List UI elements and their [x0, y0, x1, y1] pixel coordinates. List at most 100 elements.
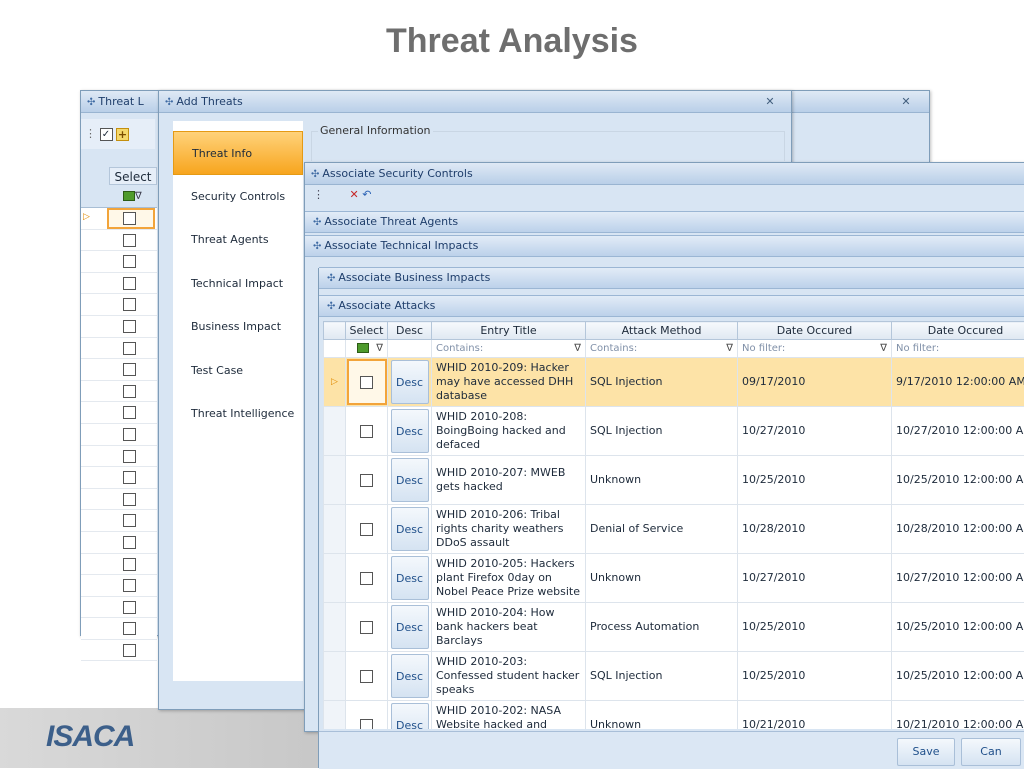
- date-filter[interactable]: No filter:∇: [738, 340, 892, 358]
- select-cell[interactable]: [346, 358, 388, 407]
- entry-title-filter[interactable]: Contains:∇: [432, 340, 586, 358]
- check-all-icon[interactable]: ✓: [100, 128, 113, 141]
- row-checkbox[interactable]: [123, 601, 136, 614]
- attacks-window: ✣Associate Business Impacts ✣Associate A…: [318, 268, 1024, 768]
- row-checkbox[interactable]: [360, 719, 373, 730]
- filter-icon[interactable]: [357, 343, 369, 353]
- cancel-button[interactable]: Can: [961, 738, 1021, 766]
- row-checkbox[interactable]: [360, 425, 373, 438]
- desc-button[interactable]: Desc: [391, 654, 429, 698]
- funnel-icon[interactable]: ∇: [574, 342, 581, 356]
- column-header-date-occured[interactable]: Date Occured: [738, 322, 892, 340]
- row-checkbox[interactable]: [123, 493, 136, 506]
- row-checkbox[interactable]: [360, 376, 373, 389]
- entry-title-cell: WHID 2010-203: Confessed student hacker …: [432, 652, 586, 701]
- row-checkbox[interactable]: [123, 471, 136, 484]
- attacks-bar[interactable]: ✣Associate Attacks: [319, 295, 1024, 317]
- row-checkbox[interactable]: [123, 428, 136, 441]
- delete-icon[interactable]: ✕: [350, 188, 359, 201]
- security-controls-title: Associate Security Controls: [322, 167, 472, 180]
- table-row[interactable]: DescWHID 2010-205: Hackers plant Firefox…: [324, 554, 1024, 603]
- desc-button[interactable]: Desc: [391, 458, 429, 502]
- nav-item-threat-agents[interactable]: Threat Agents: [173, 218, 303, 262]
- desc-button[interactable]: Desc: [391, 556, 429, 600]
- select-cell[interactable]: [346, 701, 388, 730]
- date-cell: 10/25/2010: [738, 456, 892, 505]
- select-cell[interactable]: [346, 456, 388, 505]
- select-cell[interactable]: [346, 407, 388, 456]
- desc-button[interactable]: Desc: [391, 507, 429, 551]
- business-impacts-bar[interactable]: ✣Associate Business Impacts: [319, 267, 1024, 289]
- row-checkbox[interactable]: [360, 621, 373, 634]
- funnel-icon[interactable]: ∇: [880, 342, 887, 356]
- row-checkbox[interactable]: [360, 670, 373, 683]
- save-button[interactable]: Save: [897, 738, 955, 766]
- technical-impacts-bar[interactable]: ✣Associate Technical Impacts: [305, 235, 1024, 257]
- table-row: [81, 294, 157, 316]
- nav-item-technical-impact[interactable]: Technical Impact: [173, 262, 303, 306]
- row-checkbox[interactable]: [123, 277, 136, 290]
- table-row[interactable]: DescWHID 2010-202: NASA Website hacked a…: [324, 701, 1024, 730]
- column-header-entry-title[interactable]: Entry Title: [432, 322, 586, 340]
- row-checkbox[interactable]: [123, 622, 136, 635]
- filter-icon[interactable]: ∇: [123, 189, 142, 202]
- row-checkbox[interactable]: [360, 523, 373, 536]
- table-row[interactable]: DescWHID 2010-207: MWEB gets hackedUnkno…: [324, 456, 1024, 505]
- table-row[interactable]: DescWHID 2010-204: How bank hackers beat…: [324, 603, 1024, 652]
- security-controls-titlebar[interactable]: ✣Associate Security Controls: [305, 163, 1024, 185]
- slide-title: Threat Analysis: [0, 22, 1024, 61]
- row-checkbox[interactable]: [123, 255, 136, 268]
- row-checkbox[interactable]: [123, 363, 136, 376]
- nav-item-test-case[interactable]: Test Case: [173, 349, 303, 393]
- row-checkbox[interactable]: [123, 212, 136, 225]
- attack-method-filter[interactable]: Contains:∇: [586, 340, 738, 358]
- threat-agents-title: Associate Threat Agents: [324, 215, 458, 228]
- desc-button[interactable]: Desc: [391, 605, 429, 649]
- column-header-date-occured-full[interactable]: Date Occured: [892, 322, 1024, 340]
- close-icon[interactable]: ✕: [897, 91, 915, 113]
- table-row[interactable]: DescWHID 2010-203: Confessed student hac…: [324, 652, 1024, 701]
- row-checkbox[interactable]: [123, 298, 136, 311]
- select-cell[interactable]: [346, 603, 388, 652]
- select-cell[interactable]: [346, 505, 388, 554]
- desc-button[interactable]: Desc: [391, 360, 429, 404]
- row-checkbox[interactable]: [123, 558, 136, 571]
- row-checkbox[interactable]: [360, 572, 373, 585]
- row-checkbox[interactable]: [123, 536, 136, 549]
- threat-agents-bar[interactable]: ✣Associate Threat Agents: [305, 211, 1024, 233]
- select-cell[interactable]: [346, 652, 388, 701]
- select-cell[interactable]: [346, 554, 388, 603]
- select-filter[interactable]: ∇: [346, 340, 388, 358]
- add-threats-titlebar[interactable]: ✣Add Threats ✕: [159, 91, 791, 113]
- row-checkbox[interactable]: [360, 474, 373, 487]
- table-row[interactable]: ▷DescWHID 2010-209: Hacker may have acce…: [324, 358, 1024, 407]
- row-checkbox[interactable]: [123, 579, 136, 592]
- desc-button[interactable]: Desc: [391, 409, 429, 453]
- desc-button[interactable]: Desc: [391, 703, 429, 729]
- nav-item-threat-intelligence[interactable]: Threat Intelligence: [173, 392, 303, 436]
- column-header-select[interactable]: Select: [109, 167, 157, 185]
- table-row[interactable]: DescWHID 2010-206: Tribal rights charity…: [324, 505, 1024, 554]
- close-icon[interactable]: ✕: [761, 91, 779, 113]
- row-indicator: [324, 505, 346, 554]
- row-checkbox[interactable]: [123, 342, 136, 355]
- row-checkbox[interactable]: [123, 320, 136, 333]
- row-checkbox[interactable]: [123, 385, 136, 398]
- nav-item-security-controls[interactable]: Security Controls: [173, 175, 303, 219]
- undo-icon[interactable]: ↶: [362, 188, 371, 201]
- funnel-icon[interactable]: ∇: [726, 342, 733, 356]
- table-row: [81, 554, 157, 576]
- add-icon[interactable]: +: [116, 128, 129, 141]
- nav-item-business-impact[interactable]: Business Impact: [173, 305, 303, 349]
- nav-item-threat-info[interactable]: Threat Info: [173, 131, 303, 175]
- table-row[interactable]: DescWHID 2010-208: BoingBoing hacked and…: [324, 407, 1024, 456]
- row-checkbox[interactable]: [123, 514, 136, 527]
- column-header-attack-method[interactable]: Attack Method: [586, 322, 738, 340]
- column-header-select[interactable]: Select: [346, 322, 388, 340]
- row-checkbox[interactable]: [123, 406, 136, 419]
- column-header-desc[interactable]: Desc: [388, 322, 432, 340]
- row-checkbox[interactable]: [123, 234, 136, 247]
- datetime-filter[interactable]: No filter:: [892, 340, 1024, 358]
- row-checkbox[interactable]: [123, 450, 136, 463]
- row-checkbox[interactable]: [123, 644, 136, 657]
